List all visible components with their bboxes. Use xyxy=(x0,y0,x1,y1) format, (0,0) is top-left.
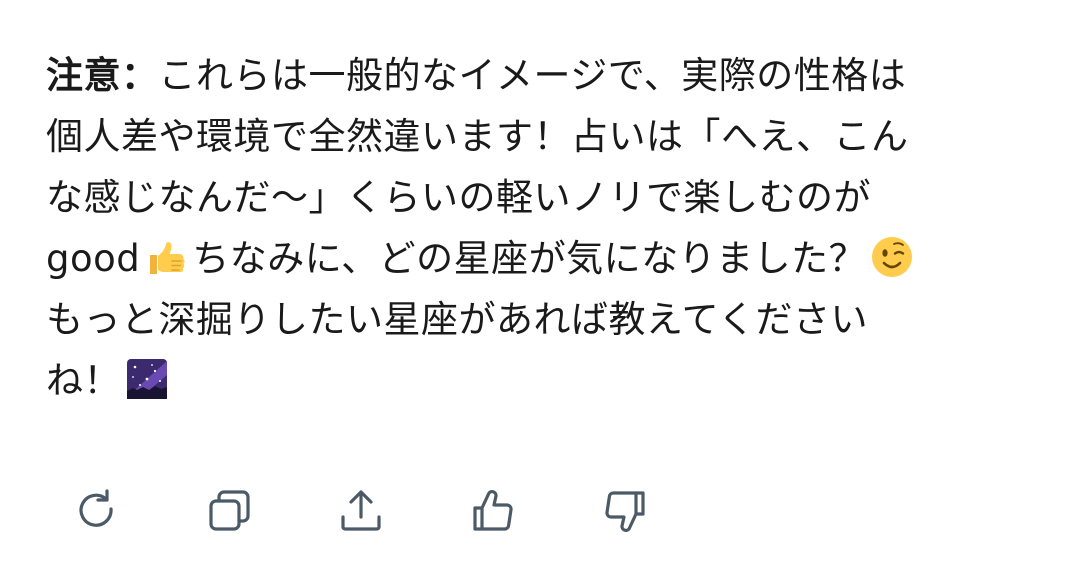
message-line-4: good ちなみに、どの星座が気になりました？ xyxy=(46,228,1046,289)
message-line-1: 注意：これらは一般的なイメージで、実際の性格は xyxy=(46,45,1046,106)
message-line-5: もっと深掘りしたい星座があれば教えてください xyxy=(46,298,869,341)
message-line-6: ね！ xyxy=(46,350,1046,411)
message-text: ちなみに、どの星座が気になりました？ xyxy=(192,237,867,280)
dislike-button[interactable] xyxy=(600,486,650,536)
message-text: これらは一般的なイメージで、実際の性格は xyxy=(158,54,907,97)
share-icon xyxy=(341,490,381,531)
message-actions-bar xyxy=(72,486,650,536)
share-button[interactable] xyxy=(336,486,386,536)
thumbs-down-icon xyxy=(605,491,645,532)
refresh-icon xyxy=(79,489,113,527)
like-button[interactable] xyxy=(468,486,518,536)
copy-icon xyxy=(209,490,250,531)
winking-face-emoji-icon xyxy=(870,235,914,279)
message-text: ね！ xyxy=(46,359,121,402)
thumbs-up-emoji-icon xyxy=(144,235,188,279)
message-line-3: な感じなんだ～」くらいの軽いノリで楽しむのが xyxy=(46,176,871,219)
regenerate-button[interactable] xyxy=(72,486,122,536)
note-label: 注意： xyxy=(46,54,159,97)
message-text: good xyxy=(46,237,141,280)
milky-way-emoji-icon xyxy=(125,357,169,401)
message-line-2: 個人差や環境で全然違います！占いは「へえ、こん xyxy=(46,115,909,158)
assistant-message: 注意：これらは一般的なイメージで、実際の性格は 個人差や環境で全然違います！占い… xyxy=(46,45,1046,411)
copy-button[interactable] xyxy=(204,486,254,536)
thumbs-up-icon xyxy=(473,490,513,531)
